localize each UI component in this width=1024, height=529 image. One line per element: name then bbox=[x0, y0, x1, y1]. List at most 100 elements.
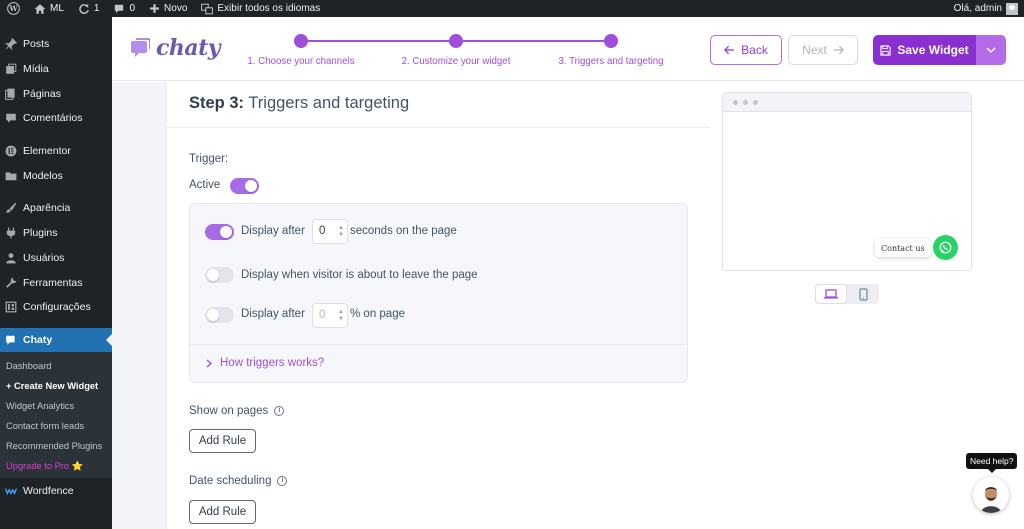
how-triggers-link[interactable]: How triggers works? bbox=[206, 357, 324, 369]
sidebar-item-settings[interactable]: Configurações bbox=[0, 295, 112, 320]
page-scroll-input[interactable]: 0 ▲ ▼ bbox=[312, 303, 348, 328]
comment-bubble-icon bbox=[115, 4, 124, 13]
my-account-link[interactable]: Olá, admin bbox=[947, 0, 1024, 17]
spinner-icon[interactable]: ▲ ▼ bbox=[338, 309, 344, 323]
plugin-icon bbox=[5, 227, 17, 239]
step-2-label[interactable]: 2. Customize your widget bbox=[402, 56, 511, 67]
add-date-rule-button[interactable]: Add Rule bbox=[189, 500, 256, 524]
updates-count: 1 bbox=[93, 3, 100, 14]
sidebar-item-wordfence[interactable]: Wordfence bbox=[0, 478, 112, 503]
sidebar-item-chaty[interactable]: Chaty bbox=[0, 327, 112, 353]
comments-link[interactable]: 0 bbox=[106, 0, 142, 17]
submenu-dashboard[interactable]: Dashboard bbox=[0, 356, 112, 376]
step-1-dot[interactable] bbox=[294, 34, 308, 48]
active-label: Active bbox=[189, 179, 221, 191]
user-icon bbox=[5, 252, 17, 264]
next-button[interactable]: Next bbox=[788, 35, 858, 65]
chaty-logo-icon bbox=[131, 38, 150, 57]
languages-label: Exibir todos os idiomas bbox=[217, 3, 321, 14]
admin-avatar bbox=[1006, 2, 1018, 15]
submenu-create-widget[interactable]: + Create New Widget bbox=[0, 376, 112, 396]
step-1-label[interactable]: 1. Choose your channels bbox=[247, 56, 354, 67]
help-avatar[interactable] bbox=[973, 477, 1009, 513]
mobile-icon bbox=[858, 287, 868, 301]
trigger-active-toggle[interactable] bbox=[230, 178, 259, 194]
languages-link[interactable]: Exibir todos os idiomas bbox=[194, 0, 327, 17]
chevron-down-icon bbox=[986, 47, 996, 53]
pin-icon bbox=[5, 38, 17, 51]
add-page-rule-button[interactable]: Add Rule bbox=[189, 429, 256, 453]
updates-link[interactable]: 1 bbox=[71, 0, 107, 17]
elementor-icon bbox=[5, 145, 17, 157]
spinner-icon[interactable]: ▲ ▼ bbox=[338, 225, 344, 239]
admin-bar: W ML 1 0 Novo Exibir todos os idiomas Ol… bbox=[0, 0, 1024, 17]
sidebar-item-users[interactable]: Usuários bbox=[0, 246, 112, 271]
brush-icon bbox=[5, 202, 17, 214]
sidebar-item-tools[interactable]: Ferramentas bbox=[0, 270, 112, 295]
mobile-view-button[interactable] bbox=[847, 284, 879, 304]
trigger-options-box: Display after 0 ▲ ▼ seconds on the page D… bbox=[189, 203, 688, 383]
save-icon bbox=[880, 44, 892, 56]
page-title: Step 3: Triggers and targeting bbox=[167, 82, 710, 128]
sidebar-item-appearance[interactable]: Aparência bbox=[0, 196, 112, 221]
arrow-right-icon bbox=[833, 45, 844, 55]
arrow-left-icon bbox=[724, 45, 735, 55]
preview-window: Contact us bbox=[722, 92, 972, 271]
sidebar-item-media[interactable]: Mídia bbox=[0, 57, 112, 82]
site-name-link[interactable]: ML bbox=[27, 0, 71, 17]
sidebar-item-comments[interactable]: Comentários bbox=[0, 106, 112, 131]
chevron-right-icon bbox=[206, 359, 212, 367]
step-2-dot[interactable] bbox=[449, 34, 463, 48]
info-icon[interactable]: i bbox=[277, 475, 288, 486]
info-icon[interactable]: i bbox=[274, 405, 285, 416]
chat-icon bbox=[5, 334, 17, 346]
new-label: Novo bbox=[164, 3, 188, 14]
submenu-upgrade-pro[interactable]: Upgrade to Pro ⭐ bbox=[0, 456, 112, 476]
refresh-icon bbox=[79, 3, 89, 14]
sidebar-item-elementor[interactable]: Elementor bbox=[0, 139, 112, 164]
time-delay-input[interactable]: 0 ▲ ▼ bbox=[312, 219, 348, 244]
preview-cta-label: Contact us bbox=[875, 239, 931, 257]
device-toggle bbox=[815, 284, 879, 304]
preview-window-header bbox=[723, 93, 971, 112]
sidebar-item-templates[interactable]: Modelos bbox=[0, 163, 112, 188]
wordfence-icon bbox=[5, 485, 17, 497]
submenu-recommended-plugins[interactable]: Recommended Plugins bbox=[0, 436, 112, 456]
time-delay-suffix: seconds on the page bbox=[350, 225, 457, 237]
comments-count: 0 bbox=[129, 3, 136, 14]
desktop-view-button[interactable] bbox=[815, 284, 847, 304]
home-icon bbox=[34, 3, 46, 14]
wrench-icon bbox=[5, 277, 17, 289]
comment-icon bbox=[5, 112, 17, 124]
sidebar-item-posts[interactable]: Posts bbox=[0, 32, 112, 57]
chaty-logo-text: chaty bbox=[156, 35, 221, 61]
triggers-card: Step 3: Triggers and targeting Trigger: … bbox=[166, 82, 711, 529]
settings-icon bbox=[5, 301, 17, 313]
submenu-widget-analytics[interactable]: Widget Analytics bbox=[0, 396, 112, 416]
time-delay-toggle[interactable] bbox=[205, 224, 234, 240]
chaty-topbar: chaty 1. Choose your channels 2. Customi… bbox=[112, 17, 1024, 81]
folder-icon bbox=[5, 170, 17, 182]
sidebar-item-pages[interactable]: Páginas bbox=[0, 81, 112, 106]
chaty-submenu: Dashboard + Create New Widget Widget Ana… bbox=[0, 352, 112, 479]
back-button[interactable]: Back bbox=[710, 35, 782, 65]
page-icon bbox=[5, 88, 17, 100]
save-options-dropdown[interactable] bbox=[976, 35, 1006, 65]
time-delay-prefix: Display after bbox=[241, 225, 305, 237]
need-help-tooltip[interactable]: Need help? bbox=[966, 453, 1018, 473]
show-on-pages-label: Show on pages i bbox=[189, 405, 285, 417]
step-3-dot[interactable] bbox=[604, 34, 618, 48]
sidebar-item-plugins[interactable]: Plugins bbox=[0, 221, 112, 246]
chaty-canvas: Step 3: Triggers and targeting Trigger: … bbox=[112, 82, 1024, 529]
new-content-link[interactable]: Novo bbox=[142, 0, 194, 17]
step-3-label[interactable]: 3. Triggers and targeting bbox=[558, 56, 663, 67]
page-scroll-toggle[interactable] bbox=[205, 307, 234, 323]
whatsapp-icon[interactable] bbox=[933, 235, 958, 260]
admin-sidebar: Posts Mídia Páginas Comentários Elemento… bbox=[0, 17, 112, 529]
wordpress-logo-icon[interactable]: W bbox=[0, 0, 27, 17]
exit-intent-toggle[interactable] bbox=[205, 267, 234, 283]
site-name: ML bbox=[50, 3, 64, 14]
page-scroll-suffix: % on page bbox=[350, 308, 405, 320]
save-widget-button[interactable]: Save Widget bbox=[873, 35, 976, 65]
submenu-contact-form-leads[interactable]: Contact form leads bbox=[0, 416, 112, 436]
